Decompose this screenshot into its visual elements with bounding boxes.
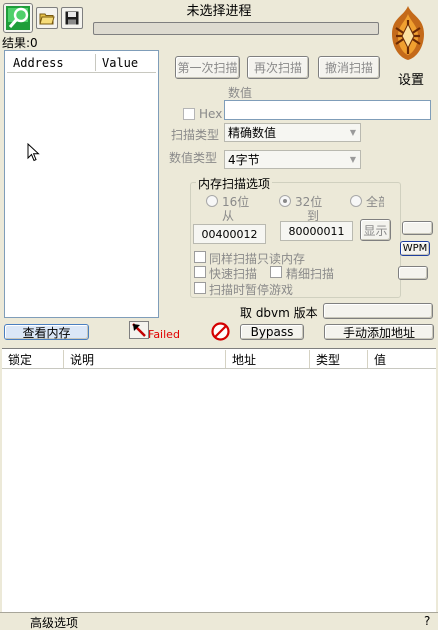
results-count: 结果:0 — [2, 36, 38, 50]
debug-button[interactable] — [129, 321, 149, 339]
first-scan-button[interactable]: 第一次扫描 — [175, 56, 240, 79]
scan-type-value: 精确数值 — [228, 126, 277, 140]
next-scan-button[interactable]: 再次扫描 — [247, 56, 309, 79]
value-label: 数值 — [228, 86, 253, 100]
scan-progress-bar — [93, 22, 379, 35]
from-label: 从 — [222, 209, 235, 223]
column-address[interactable]: Address — [13, 56, 64, 70]
column-value[interactable]: Value — [102, 56, 138, 70]
settings-logo[interactable] — [384, 4, 432, 62]
column-address[interactable]: 地址 — [226, 350, 310, 368]
column-value[interactable]: 值 — [368, 350, 436, 368]
readonly-checkbox[interactable] — [194, 251, 206, 263]
address-table[interactable]: 锁定 说明 地址 类型 值 — [2, 348, 436, 612]
scan-type-select[interactable]: 精确数值 ▼ — [224, 123, 361, 142]
pause-game-checkbox[interactable] — [194, 282, 206, 294]
dbvm-button[interactable] — [323, 303, 433, 319]
start-address-input[interactable]: 00400012 — [193, 224, 266, 244]
radio-16bit[interactable] — [206, 195, 218, 207]
value-input[interactable] — [224, 100, 431, 120]
column-lock[interactable]: 锁定 — [2, 350, 64, 368]
memory-scan-options-title: 内存扫描选项 — [196, 175, 273, 192]
no-entry-icon[interactable] — [211, 322, 230, 341]
wpm-button[interactable]: WPM — [400, 241, 430, 256]
dbvm-version-label: 取 dbvm 版本 — [240, 306, 318, 320]
scan-type-label: 扫描类型 — [171, 128, 220, 142]
process-title: 未选择进程 — [186, 4, 252, 19]
value-type-select[interactable]: 4字节 ▼ — [224, 150, 361, 169]
value-type-label: 数值类型 — [169, 151, 218, 165]
address-table-header: 锁定 说明 地址 类型 值 — [2, 350, 436, 369]
mouse-cursor-icon — [27, 143, 40, 162]
radio-all[interactable] — [350, 195, 362, 207]
show-range-button[interactable]: 显示 — [360, 219, 391, 241]
precise-scan-checkbox[interactable] — [270, 266, 282, 278]
hex-label: Hex — [199, 107, 223, 121]
results-list[interactable]: Address Value — [4, 50, 159, 318]
manual-add-address-button[interactable]: 手动添加地址 — [324, 324, 434, 340]
flame-logo-icon — [392, 6, 424, 60]
value-type-value: 4字节 — [228, 153, 260, 167]
pointer-arrow-icon — [132, 323, 146, 337]
hex-checkbox[interactable] — [183, 108, 195, 120]
pause-game-label: 扫描时暂停游戏 — [209, 283, 294, 297]
fast-scan-checkbox[interactable] — [194, 266, 206, 278]
bypass-button[interactable]: Bypass — [240, 324, 304, 340]
failed-status: Failed — [148, 328, 180, 341]
radio-all-label: 全部 — [366, 195, 384, 209]
view-memory-button[interactable]: 查看内存 — [4, 324, 89, 340]
fast-scan-label: 快速扫描 — [209, 267, 258, 281]
radio-32bit[interactable] — [279, 195, 291, 207]
status-bar: 高级选项 ? — [0, 612, 438, 630]
help-label[interactable]: ? — [424, 614, 430, 628]
column-type[interactable]: 类型 — [310, 350, 368, 368]
side-button-1[interactable] — [402, 221, 433, 235]
chevron-down-icon: ▼ — [349, 128, 356, 137]
undo-scan-button[interactable]: 撤消扫描 — [318, 56, 380, 79]
precise-scan-label: 精细扫描 — [286, 267, 335, 281]
results-list-header: Address Value — [7, 53, 156, 73]
stop-address-input[interactable]: 80000011 — [280, 221, 353, 241]
advanced-options-label[interactable]: 高级选项 — [30, 614, 78, 630]
chevron-down-icon: ▼ — [349, 155, 356, 164]
column-description[interactable]: 说明 — [64, 350, 226, 368]
side-button-2[interactable] — [398, 266, 428, 280]
settings-label[interactable]: 设置 — [398, 69, 424, 88]
